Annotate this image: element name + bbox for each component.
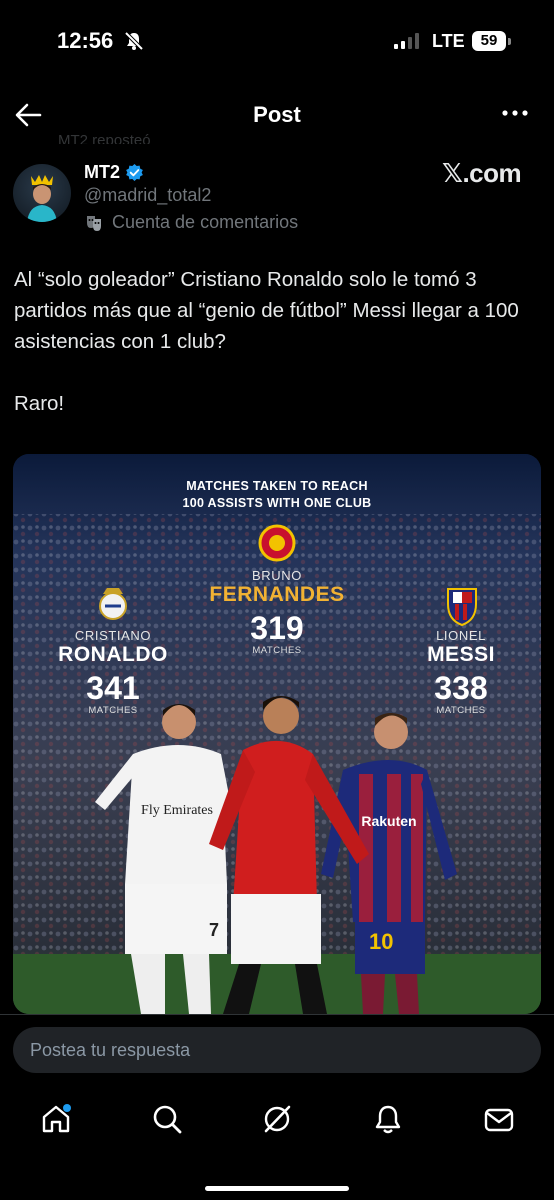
more-options-icon[interactable]	[500, 100, 530, 126]
ronaldo-first-name: CRISTIANO	[74, 628, 152, 643]
post-image[interactable]: Fly Emirates 7 Rakuten 10 MATCHES TAKEN …	[13, 454, 541, 1014]
infographic-title: MATCHES TAKEN TO REACH 100 ASSISTS WITH …	[13, 478, 541, 512]
avatar[interactable]	[13, 164, 71, 222]
messi-matches: 338	[434, 670, 488, 706]
fernandes-matches-unit: MATCHES	[252, 645, 302, 656]
real-madrid-crest-icon	[99, 588, 127, 620]
fernandes-first-name: BRUNO	[252, 568, 302, 583]
messages-icon[interactable]	[483, 1103, 515, 1135]
post-paragraph: Al “solo goleador” Cristiano Ronaldo sol…	[14, 268, 519, 353]
messi-first-name: LIONEL	[436, 628, 486, 643]
home-icon[interactable]	[40, 1103, 72, 1135]
messi-stat: LIONEL MESSI 338 MATCHES	[391, 628, 531, 716]
notifications-icon[interactable]	[372, 1103, 404, 1135]
author-name[interactable]: MT2	[84, 162, 120, 183]
messi-number: 10	[369, 929, 393, 954]
silent-bell-icon	[124, 31, 144, 51]
home-indicator[interactable]	[205, 1186, 349, 1191]
site-badge: 𝕏.com	[442, 158, 522, 188]
post-paragraph: Raro!	[14, 392, 65, 415]
reply-input[interactable]: Postea tu respuesta	[13, 1027, 541, 1073]
tab-bar	[0, 1093, 554, 1153]
theater-masks-icon	[87, 215, 101, 231]
ronaldo-sponsor: Fly Emirates	[141, 803, 213, 818]
account-label: Cuenta de comentarios	[84, 212, 298, 233]
battery-nub	[508, 38, 511, 45]
status-time: 12:56	[57, 28, 114, 53]
messi-last-name: MESSI	[427, 643, 495, 666]
signal-icon	[394, 33, 419, 49]
fernandes-matches: 319	[250, 610, 304, 646]
page-title: Post	[253, 102, 301, 127]
messi-sponsor: Rakuten	[361, 813, 416, 829]
fernandes-stat: BRUNO FERNANDES 319 MATCHES	[187, 568, 367, 656]
infographic-title-line2: 100 ASSISTS WITH ONE CLUB	[182, 496, 372, 510]
author-name-row[interactable]: MT2	[84, 162, 144, 183]
status-bar: 12:56 LTE 59	[0, 0, 554, 82]
ronaldo-matches-unit: MATCHES	[88, 705, 138, 716]
repost-context: MT2 reposteó	[58, 132, 151, 144]
stadium-crowd-background: Fly Emirates 7 Rakuten 10	[13, 454, 541, 1014]
barcelona-crest-icon	[447, 588, 477, 627]
bottom-area: Postea tu respuesta	[0, 1014, 554, 1200]
verified-badge-icon	[126, 163, 143, 182]
author-handle[interactable]: @madrid_total2	[84, 185, 211, 206]
ronaldo-last-name: RONALDO	[58, 643, 168, 666]
network-type: LTE	[432, 31, 465, 51]
fernandes-last-name: FERNANDES	[209, 583, 345, 606]
messi-matches-unit: MATCHES	[436, 705, 486, 716]
battery-icon: 59	[472, 31, 506, 51]
search-icon[interactable]	[151, 1103, 183, 1135]
infographic-title-line1: MATCHES TAKEN TO REACH	[186, 479, 368, 493]
grok-icon[interactable]	[261, 1103, 293, 1135]
ronaldo-stat: CRISTIANO RONALDO 341 MATCHES	[38, 628, 188, 716]
man-utd-crest-icon	[258, 524, 296, 562]
post-body: Al “solo goleador” Cristiano Ronaldo sol…	[14, 264, 540, 419]
ronaldo-matches: 341	[86, 670, 140, 706]
account-label-text: Cuenta de comentarios	[112, 212, 299, 232]
ronaldo-number: 7	[209, 920, 219, 940]
